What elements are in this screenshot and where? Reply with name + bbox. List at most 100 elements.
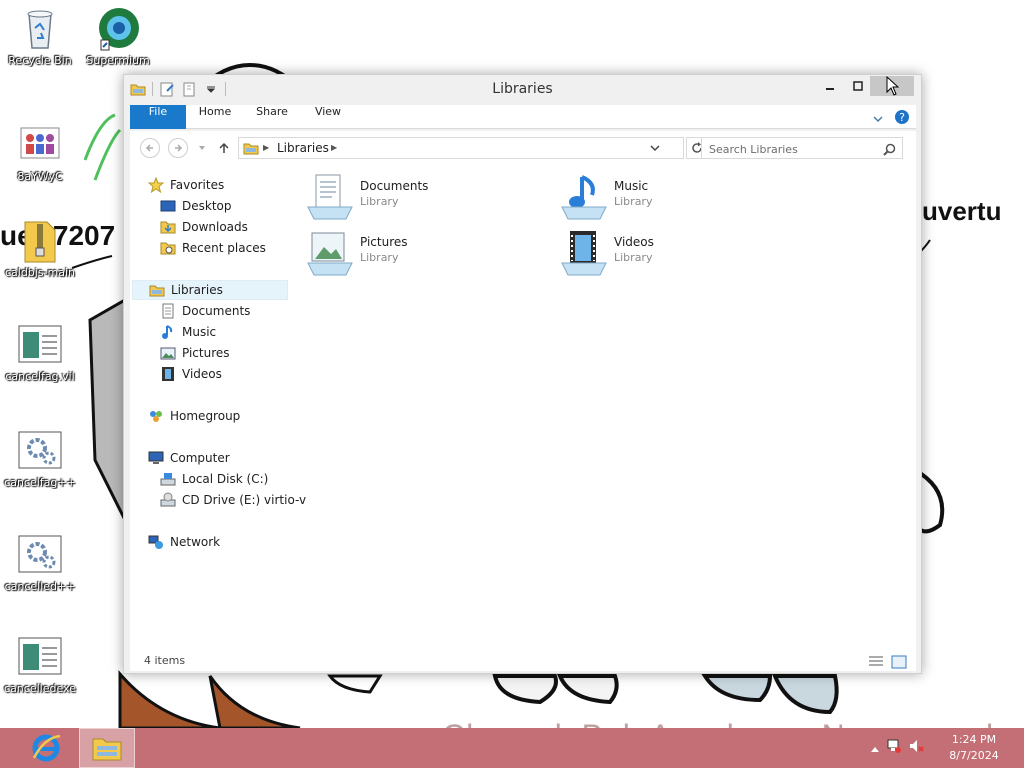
- mouse-cursor-icon: [886, 76, 899, 96]
- content-area: Favorites Desktop Downloads Recent place…: [130, 165, 916, 651]
- desktop-icon-label: cancelledexe: [4, 682, 76, 695]
- desktop-icon-8aywyc[interactable]: 8aYWyC: [0, 122, 80, 183]
- status-bar: 4 items: [130, 651, 916, 671]
- desktop-icon-label: 8aYWyC: [17, 170, 63, 183]
- show-hidden-icons-icon[interactable]: [870, 739, 880, 758]
- nav-desktop[interactable]: Desktop: [160, 196, 232, 216]
- generic-file-icon: [18, 637, 62, 675]
- documents-library-icon: [307, 174, 353, 220]
- library-name: Documents: [360, 179, 429, 193]
- nav-label: Libraries: [171, 283, 223, 297]
- desktop-icon-supermium[interactable]: Supermium: [78, 6, 158, 67]
- nav-documents[interactable]: Documents: [160, 301, 250, 321]
- nav-libraries[interactable]: Libraries: [132, 280, 288, 300]
- nav-pictures[interactable]: Pictures: [160, 343, 230, 363]
- svg-text:?: ?: [899, 111, 905, 124]
- computer-icon: [148, 451, 164, 464]
- item-count: 4 items: [144, 654, 186, 667]
- nav-videos[interactable]: Videos: [160, 364, 222, 384]
- breadcrumb-chevron-icon[interactable]: ▶: [331, 143, 337, 152]
- recycle-bin-icon: [27, 10, 53, 49]
- close-button[interactable]: [870, 76, 914, 96]
- gear-file-icon: [18, 431, 62, 469]
- tab-file[interactable]: File: [130, 105, 186, 129]
- desktop-icon: [160, 200, 176, 212]
- back-button[interactable]: [140, 138, 160, 158]
- cd-drive-icon: [160, 492, 176, 507]
- library-type: Library: [614, 251, 653, 264]
- nav-downloads[interactable]: Downloads: [160, 217, 248, 237]
- clock-time: 1:24 PM: [951, 733, 997, 746]
- desktop-icon-cancelfag-vil[interactable]: cancelfag.vil: [0, 322, 80, 383]
- library-tile-pictures[interactable]: Pictures Library: [306, 229, 526, 279]
- nav-label: Computer: [170, 451, 230, 465]
- tab-share[interactable]: Share: [244, 105, 300, 129]
- up-button[interactable]: [214, 138, 234, 158]
- star-icon: [148, 177, 164, 193]
- nav-label: Desktop: [182, 199, 232, 213]
- tab-view[interactable]: View: [300, 105, 356, 129]
- address-row: ▶ Libraries ▶: [130, 131, 916, 165]
- desktop-icon-label: Recycle Bin: [8, 54, 72, 67]
- taskbar-file-explorer[interactable]: [79, 728, 135, 768]
- nav-homegroup[interactable]: Homegroup: [148, 406, 240, 426]
- nav-network[interactable]: Network: [148, 532, 220, 552]
- library-tile-documents[interactable]: Documents Library: [306, 173, 526, 223]
- image-file-icon: [20, 127, 60, 159]
- help-icon[interactable]: ?: [894, 109, 910, 129]
- internet-explorer-icon: [32, 734, 61, 762]
- library-type: Library: [614, 195, 653, 208]
- desktop-icon-caldbjs-main[interactable]: caldbjs-main: [0, 218, 80, 279]
- search-box[interactable]: [701, 137, 903, 160]
- nav-music[interactable]: Music: [160, 322, 216, 342]
- taskbar: 1:24 PM 8/7/2024: [0, 728, 1024, 768]
- library-tile-videos[interactable]: Videos Library: [560, 229, 780, 279]
- details-view-icon[interactable]: [868, 654, 884, 673]
- ribbon-controls: ?: [872, 109, 910, 129]
- tab-home[interactable]: Home: [186, 105, 244, 129]
- nav-cd-drive[interactable]: CD Drive (E:) virtio-v: [160, 490, 306, 510]
- pictures-library-icon: [307, 232, 353, 276]
- homegroup-icon: [150, 411, 162, 422]
- nav-local-disk[interactable]: Local Disk (C:): [160, 469, 268, 489]
- videos-library-icon: [561, 231, 607, 276]
- library-name: Videos: [614, 235, 654, 249]
- libraries-icon: [243, 143, 259, 155]
- explorer-window: Libraries File Home Share View ? ▶ Libra…: [123, 74, 922, 674]
- network-icon: [148, 535, 163, 549]
- music-library-icon: [561, 175, 607, 220]
- nav-label: Network: [170, 535, 221, 549]
- taskbar-internet-explorer[interactable]: [18, 728, 74, 768]
- nav-label: Favorites: [170, 178, 225, 192]
- nav-computer[interactable]: Computer: [148, 448, 230, 468]
- desktop-icon-cancelfag-plusplus[interactable]: cancelfag++: [0, 428, 80, 489]
- library-type: Library: [360, 251, 399, 264]
- breadcrumb-libraries[interactable]: Libraries: [277, 141, 329, 155]
- volume-muted-icon[interactable]: [908, 738, 924, 758]
- library-tile-music[interactable]: Music Library: [560, 173, 780, 223]
- taskbar-clock[interactable]: 1:24 PM 8/7/2024: [944, 732, 1004, 764]
- nav-recent-places[interactable]: Recent places: [160, 238, 266, 258]
- desktop-icon-label: cancelfag++: [4, 476, 76, 489]
- expand-ribbon-icon[interactable]: [872, 110, 884, 129]
- libraries-icon: [149, 285, 165, 297]
- title-bar[interactable]: Libraries: [124, 75, 921, 105]
- search-input[interactable]: [709, 139, 879, 160]
- forward-button[interactable]: [168, 138, 188, 158]
- search-icon[interactable]: [883, 141, 896, 160]
- desktop-icon-cancelled-plusplus[interactable]: cancelled++: [0, 532, 80, 593]
- browser-icon: [99, 8, 139, 51]
- recent-locations-icon[interactable]: [192, 138, 212, 158]
- address-dropdown-icon[interactable]: [649, 140, 661, 159]
- videos-icon: [162, 367, 174, 381]
- desktop-icon-recycle-bin[interactable]: Recycle Bin: [0, 6, 80, 67]
- clock-date: 8/7/2024: [949, 749, 999, 762]
- address-bar[interactable]: ▶ Libraries ▶: [238, 137, 684, 159]
- desktop-icon-label: caldbjs-main: [4, 266, 76, 279]
- desktop-icon-cancelledexe[interactable]: cancelledexe: [0, 634, 80, 695]
- ribbon: File Home Share View ?: [130, 105, 916, 129]
- network-status-icon[interactable]: [886, 738, 902, 758]
- nav-favorites[interactable]: Favorites: [148, 175, 224, 195]
- large-icons-view-icon[interactable]: [891, 654, 907, 673]
- nav-label: Pictures: [182, 346, 230, 360]
